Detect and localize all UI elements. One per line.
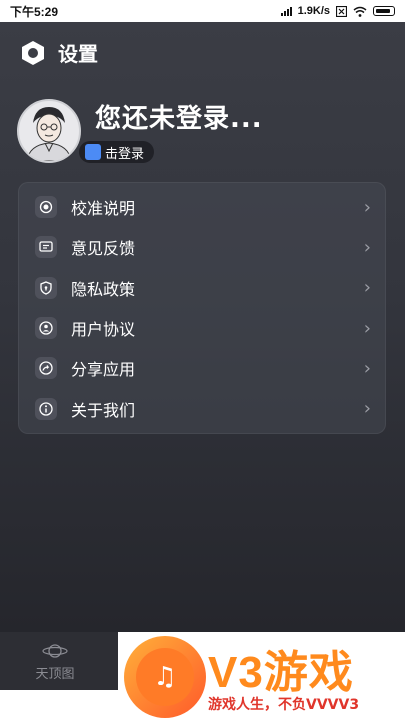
network-speed: 1.9K/s: [297, 5, 330, 17]
status-right: 1.9K/s: [280, 5, 395, 17]
menu-item-label: 分享应用: [71, 360, 136, 380]
menu-item-label: 校准说明: [71, 199, 136, 219]
hexagon-gear-icon: [22, 40, 44, 65]
status-time: 下午5:29: [10, 4, 59, 19]
menu-item-privacy[interactable]: 隐私政策 ›: [19, 268, 385, 308]
wifi-icon: [353, 6, 367, 17]
menu-item-label: 意见反馈: [71, 239, 136, 259]
login-button-label: 击登录: [105, 146, 145, 162]
target-icon: [35, 196, 57, 219]
settings-menu: 校准说明 › 意见反馈 › 隐私政策 › 用户协议 › 分享应用 › 关于我们 …: [18, 182, 386, 434]
chat-icon: [35, 236, 57, 259]
chevron-right-icon: ›: [363, 196, 371, 218]
planet-icon: [42, 643, 68, 658]
menu-item-about-us[interactable]: 关于我们 ›: [19, 388, 385, 428]
menu-item-share-app[interactable]: 分享应用 ›: [19, 348, 385, 388]
chevron-right-icon: ›: [363, 398, 371, 420]
chevron-right-icon: ›: [363, 277, 371, 299]
chevron-right-icon: ›: [363, 357, 371, 379]
lock-icon: [35, 276, 57, 299]
battery-icon: [373, 6, 395, 16]
info-icon: [35, 397, 57, 420]
signal-icon: [280, 6, 292, 16]
settings-screen: 设置 您还未登录... 击登录 校准说明 › 意见反馈 › 隐私政策 › 用户协…: [0, 22, 405, 632]
login-app-icon: [85, 144, 101, 160]
watermark-subtitle: 游戏人生，不负VVVV3: [208, 697, 360, 713]
page-title: 设置: [58, 42, 98, 66]
menu-item-label: 用户协议: [71, 320, 136, 340]
person-avatar-icon[interactable]: [17, 99, 81, 163]
menu-item-label: 隐私政策: [71, 279, 136, 299]
profile-text: 您还未登录... 击登录: [79, 98, 263, 164]
bottom-strip: [0, 690, 118, 720]
login-button[interactable]: 击登录: [79, 141, 155, 163]
tab-zenith-chart[interactable]: 天顶图: [0, 632, 110, 690]
chevron-right-icon: ›: [363, 317, 371, 339]
chevron-right-icon: ›: [363, 236, 371, 258]
menu-item-label: 关于我们: [71, 400, 136, 420]
status-bar: 下午5:29 1.9K/s: [0, 0, 405, 22]
profile-section: 您还未登录... 击登录: [17, 98, 263, 164]
watermark-title: V3游戏: [208, 648, 354, 697]
menu-item-user-agreement[interactable]: 用户协议 ›: [19, 308, 385, 348]
user-icon: [35, 317, 57, 340]
menu-item-calibration[interactable]: 校准说明 ›: [19, 187, 385, 227]
music-disc-icon: ♫: [124, 636, 206, 718]
menu-item-feedback[interactable]: 意见反馈 ›: [19, 227, 385, 267]
close-box-icon: [336, 5, 347, 17]
header: 设置: [20, 38, 98, 67]
watermark-logo: ♫ V3游戏 游戏人生，不负VVVV3: [118, 632, 405, 720]
tab-label: 天顶图: [35, 666, 75, 682]
login-status-text: 您还未登录...: [95, 104, 263, 134]
share-icon: [35, 357, 57, 380]
